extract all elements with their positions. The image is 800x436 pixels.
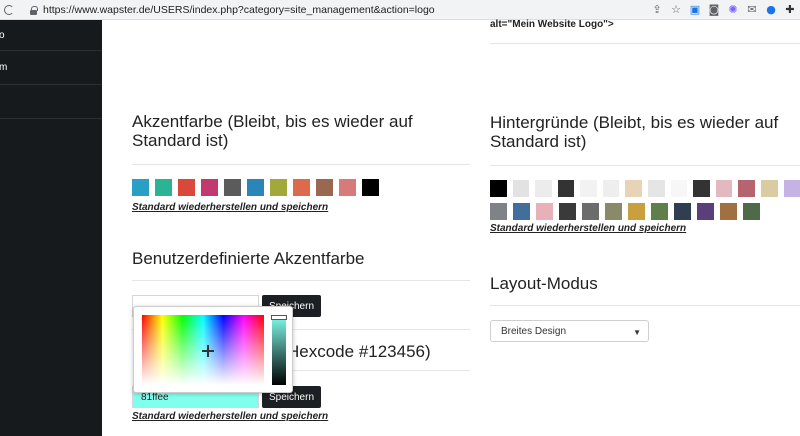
divider	[490, 43, 800, 44]
background-swatches-row1	[490, 180, 800, 197]
accent-swatch-2[interactable]	[155, 179, 172, 196]
background-swatch-3[interactable]	[535, 180, 552, 197]
background-swatches-row2	[490, 203, 800, 220]
sidebar-item-2[interactable]: m	[0, 51, 102, 85]
divider	[490, 165, 800, 166]
background-swatch-3[interactable]	[536, 203, 553, 220]
background-swatch-2[interactable]	[512, 180, 530, 197]
custom-accent-title: Benutzerdefinierte Akzentfarbe	[132, 249, 365, 268]
background-swatch-4[interactable]	[557, 180, 575, 197]
hexcode-title: Hexcode #123456)	[287, 342, 431, 361]
crosshair-icon[interactable]	[202, 345, 214, 357]
background-swatch-1[interactable]	[490, 180, 507, 197]
background-swatch-2[interactable]	[513, 203, 530, 220]
browser-toolbar: https://www.wapster.de/USERS/index.php?c…	[0, 0, 800, 20]
extension-icon[interactable]: ✺	[727, 4, 739, 16]
camera-icon[interactable]: ◙	[708, 4, 720, 16]
background-swatch-10[interactable]	[693, 180, 710, 197]
background-swatch-1[interactable]	[490, 203, 507, 220]
background-swatch-8[interactable]	[648, 180, 665, 197]
brightness-slider[interactable]	[271, 315, 287, 385]
accent-swatch-1[interactable]	[132, 179, 149, 196]
right-column: alt="Mein Website Logo"> Hintergründe (B…	[490, 20, 800, 342]
reload-icon[interactable]	[4, 4, 14, 15]
divider	[490, 305, 800, 306]
sidebar-item-label: o	[0, 29, 5, 41]
background-swatch-4[interactable]	[559, 203, 576, 220]
background-swatch-12[interactable]	[743, 203, 760, 220]
mail-icon[interactable]: ✉	[746, 4, 758, 16]
layout-select-value: Breites Design	[501, 325, 567, 337]
lock-icon	[30, 6, 38, 15]
background-swatch-5[interactable]	[582, 203, 599, 220]
background-swatch-6[interactable]	[605, 203, 622, 220]
logo-alt-text: alt="Mein Website Logo">	[490, 19, 614, 30]
sidebar-item-3[interactable]	[0, 85, 102, 119]
chevron-down-icon: ▼	[633, 328, 641, 337]
background-swatch-12[interactable]	[738, 180, 755, 197]
background-swatch-8[interactable]	[651, 203, 668, 220]
accent-swatch-11[interactable]	[362, 179, 379, 196]
background-swatch-13[interactable]	[760, 180, 778, 197]
layout-title: Layout-Modus	[490, 274, 598, 293]
background-swatch-7[interactable]	[628, 203, 645, 220]
accent-swatch-7[interactable]	[270, 179, 287, 196]
background-swatch-9[interactable]	[670, 180, 688, 197]
layout-select[interactable]: Breites Design ▼	[490, 320, 649, 342]
sidebar-item-1[interactable]: o	[0, 20, 102, 51]
background-swatch-9[interactable]	[674, 203, 691, 220]
accent-reset-link[interactable]: Standard wiederherstellen und speichern	[132, 202, 470, 213]
background-swatch-6[interactable]	[602, 180, 620, 197]
accent-swatch-5[interactable]	[224, 179, 241, 196]
star-icon[interactable]: ☆	[670, 4, 682, 16]
sidebar: o m	[0, 20, 102, 436]
divider	[132, 164, 470, 165]
custom-reset-link[interactable]: Standard wiederherstellen und speichern	[132, 411, 470, 422]
accent-swatches	[132, 179, 470, 196]
browser-actions: ⇪ ☆ ▣ ◙ ✺ ✉ ● ✚	[651, 2, 796, 18]
slider-handle[interactable]	[271, 315, 287, 320]
accent-swatch-8[interactable]	[293, 179, 310, 196]
background-swatch-10[interactable]	[697, 203, 714, 220]
sidebar-item-label: m	[0, 62, 8, 73]
puzzle-icon[interactable]: ✚	[784, 4, 796, 16]
translate-icon[interactable]: ▣	[689, 4, 701, 16]
accent-swatch-10[interactable]	[339, 179, 356, 196]
backgrounds-reset-link[interactable]: Standard wiederherstellen und speichern	[490, 223, 800, 234]
background-swatch-5[interactable]	[580, 180, 597, 197]
backgrounds-title: Hintergründe (Bleibt, bis es wieder auf …	[490, 113, 779, 151]
divider	[292, 370, 470, 371]
colorwheel-icon[interactable]: ●	[765, 4, 777, 16]
accent-swatch-3[interactable]	[178, 179, 195, 196]
accent-swatch-6[interactable]	[247, 179, 264, 196]
saturation-area[interactable]	[142, 315, 264, 385]
address-bar[interactable]: https://www.wapster.de/USERS/index.php?c…	[22, 1, 674, 19]
background-swatch-11[interactable]	[715, 180, 733, 197]
color-picker-popup[interactable]	[133, 306, 293, 393]
background-swatch-14[interactable]	[783, 180, 800, 197]
accent-title: Akzentfarbe (Bleibt, bis es wieder auf S…	[132, 112, 413, 150]
accent-swatch-9[interactable]	[316, 179, 333, 196]
share-icon[interactable]: ⇪	[651, 4, 663, 16]
divider	[132, 280, 470, 281]
background-swatch-7[interactable]	[625, 180, 643, 197]
background-swatch-11[interactable]	[720, 203, 737, 220]
url-text: https://www.wapster.de/USERS/index.php?c…	[43, 4, 435, 16]
accent-swatch-4[interactable]	[201, 179, 218, 196]
